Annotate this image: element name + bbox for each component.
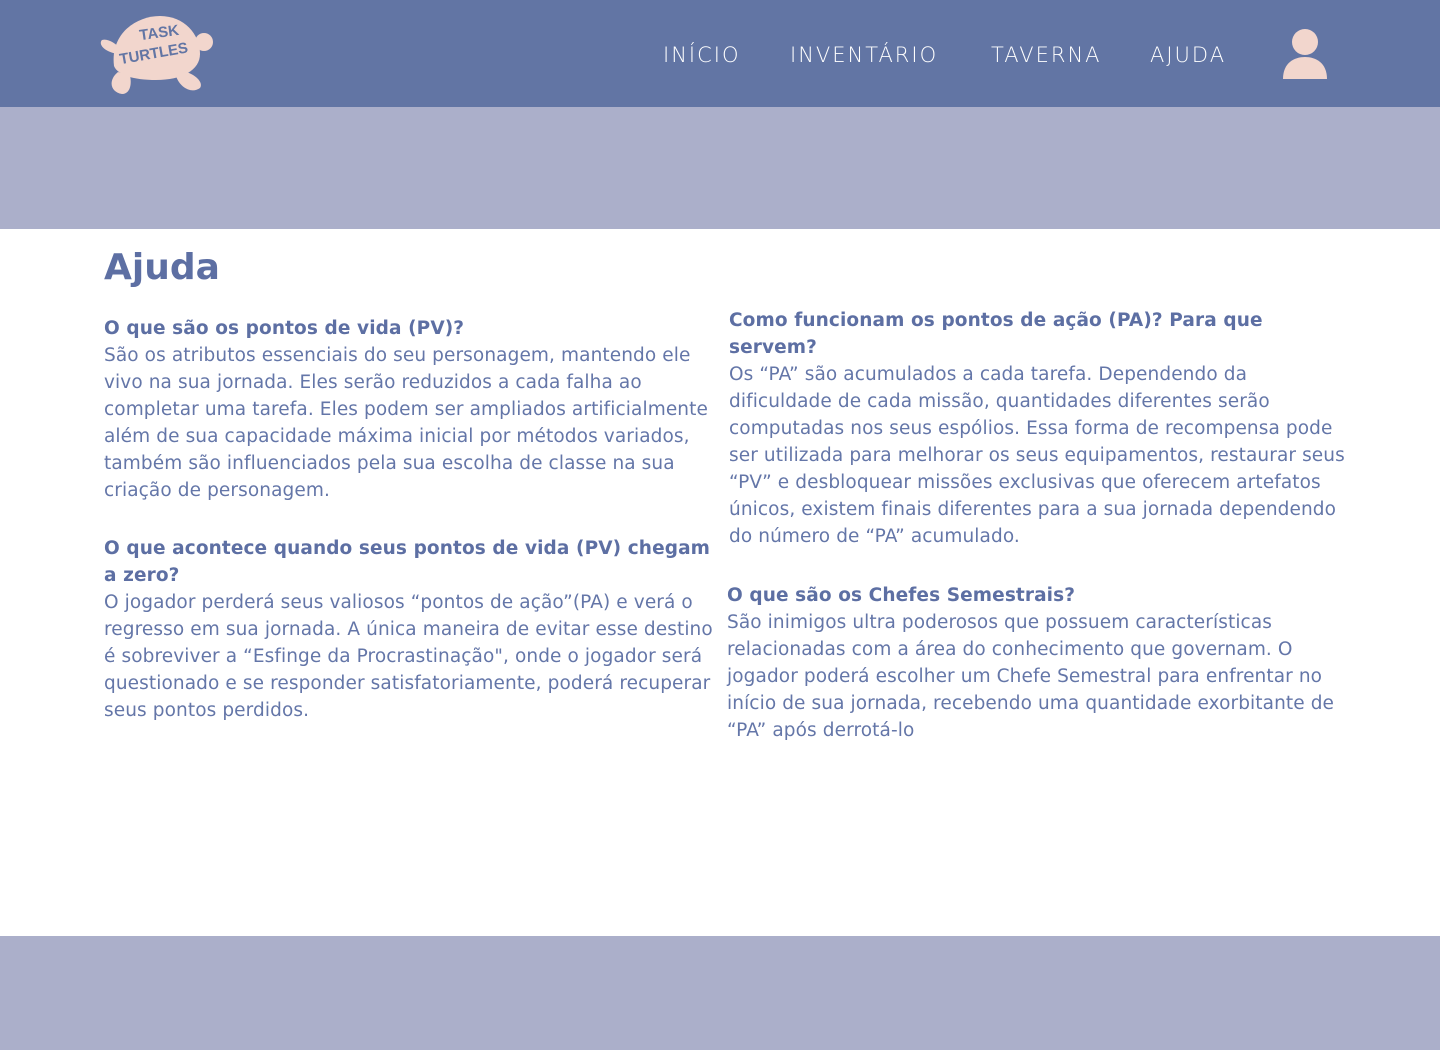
- faq-item: O que são os pontos de vida (PV)? São os…: [104, 315, 716, 504]
- faq-answer: Os “PA” são acumulados a cada tarefa. De…: [729, 364, 1345, 547]
- turtle-logo[interactable]: TASK TURTLES: [96, 8, 214, 98]
- page-title: Ajuda: [104, 247, 220, 288]
- faq-question: O que acontece quando seus pontos de vid…: [104, 538, 711, 586]
- faq-item: O que são os Chefes Semestrais? São inim…: [727, 582, 1347, 744]
- user-icon[interactable]: [1280, 27, 1330, 79]
- faq-question: O que são os Chefes Semestrais?: [727, 585, 1076, 606]
- nav-ajuda[interactable]: AJUDA: [1150, 40, 1226, 70]
- faq-item: O que acontece quando seus pontos de vid…: [104, 535, 716, 724]
- hero-banner: [0, 107, 1440, 229]
- nav-taverna[interactable]: TAVERNA: [991, 40, 1102, 70]
- nav-inicio[interactable]: INÍCIO: [663, 40, 740, 70]
- faq-answer: São inimigos ultra poderosos que possuem…: [727, 612, 1335, 741]
- nav-inventario[interactable]: INVENTÁRIO: [790, 40, 938, 70]
- faq-answer: O jogador perderá seus valiosos “pontos …: [104, 592, 713, 721]
- faq-answer: São os atributos essenciais do seu perso…: [104, 345, 708, 501]
- faq-question: O que são os pontos de vida (PV)?: [104, 318, 465, 339]
- footer: [0, 936, 1440, 1050]
- top-header: TASK TURTLES INÍCIO INVENTÁRIO TAVERNA A…: [0, 0, 1440, 107]
- faq-item: Como funcionam os pontos de ação (PA)? P…: [729, 307, 1349, 550]
- faq-question: Como funcionam os pontos de ação (PA)? P…: [729, 310, 1263, 358]
